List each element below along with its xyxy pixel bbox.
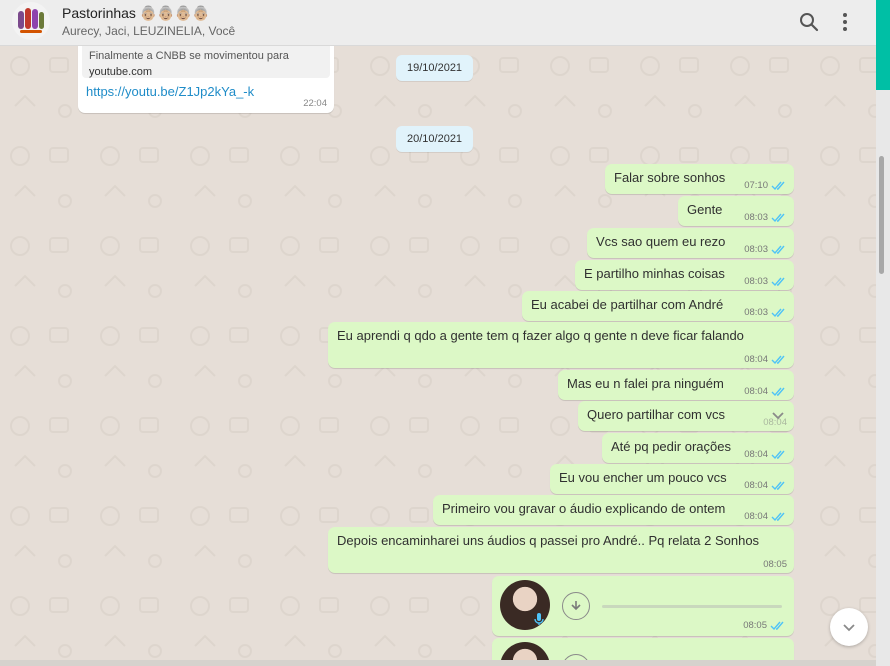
message-time: 08:05 bbox=[743, 620, 767, 631]
double-check-icon bbox=[771, 181, 785, 190]
message-text: Quero partilhar com vcs bbox=[587, 407, 725, 422]
outgoing-message[interactable]: Gente 08:03 bbox=[678, 196, 794, 226]
audio-progress-track[interactable] bbox=[602, 605, 782, 608]
message-time: 08:04 bbox=[744, 511, 768, 522]
link-preview-domain: youtube.com bbox=[89, 66, 152, 78]
link-preview-description: Finalmente a CNBB se movimentou para bbox=[89, 50, 289, 62]
voice-message[interactable] bbox=[492, 638, 794, 660]
message-time: 08:05 bbox=[763, 559, 787, 570]
date-chip: 19/10/2021 bbox=[396, 55, 474, 81]
message-time: 08:03 bbox=[744, 307, 768, 318]
outgoing-message[interactable]: Eu aprendi q qdo a gente tem q fazer alg… bbox=[328, 322, 794, 368]
outgoing-message[interactable]: Eu vou encher um pouco vcs 08:04 bbox=[550, 464, 794, 494]
outgoing-message[interactable]: Até pq pedir orações 08:04 bbox=[602, 433, 794, 463]
message-time: 07:10 bbox=[744, 180, 768, 191]
message-time: 08:03 bbox=[744, 276, 768, 287]
outgoing-message[interactable]: Primeiro vou gravar o áudio explicando d… bbox=[433, 495, 794, 525]
date-chip: 20/10/2021 bbox=[396, 126, 474, 152]
double-check-icon bbox=[771, 512, 785, 521]
message-text: Eu aprendi q qdo a gente tem q fazer alg… bbox=[337, 328, 744, 343]
outgoing-message-hover[interactable]: Quero partilhar com vcs 08:04 bbox=[578, 401, 794, 431]
download-button[interactable] bbox=[562, 592, 590, 620]
message-text: Primeiro vou gravar o áudio explicando d… bbox=[442, 501, 726, 516]
window-scrollbar[interactable] bbox=[876, 0, 890, 666]
double-check-icon bbox=[771, 355, 785, 364]
link-preview[interactable]: Finalmente a CNBB se movimentou para you… bbox=[82, 46, 330, 78]
chat-panel: Finalmente a CNBB se movimentou para you… bbox=[0, 46, 876, 660]
chevron-down-icon[interactable] bbox=[770, 407, 786, 423]
double-check-icon bbox=[771, 277, 785, 286]
group-avatar[interactable] bbox=[12, 2, 50, 40]
double-check-icon bbox=[771, 481, 785, 490]
double-check-icon bbox=[770, 621, 784, 630]
composer-edge bbox=[0, 660, 876, 666]
outgoing-message[interactable]: Vcs sao quem eu rezo 08:03 bbox=[587, 228, 794, 258]
outgoing-message[interactable]: Falar sobre sonhos 07:10 bbox=[605, 164, 794, 194]
outgoing-message[interactable]: Eu acabei de partilhar com André 08:03 bbox=[522, 291, 794, 321]
chevron-down-icon bbox=[843, 624, 855, 632]
microphone-icon bbox=[534, 613, 544, 625]
sender-avatar bbox=[500, 642, 550, 660]
outgoing-message[interactable]: Depois encaminharei uns áudios q passei … bbox=[328, 527, 794, 573]
more-vertical-icon[interactable] bbox=[833, 10, 857, 34]
search-icon[interactable] bbox=[797, 10, 821, 34]
scroll-to-bottom-button[interactable] bbox=[830, 608, 868, 646]
message-time: 08:04 bbox=[744, 449, 768, 460]
group-participants[interactable]: Aurecy, Jaci, LEUZINELIA, Você bbox=[62, 24, 235, 38]
download-icon bbox=[571, 601, 581, 611]
voice-message[interactable]: 08:05 bbox=[492, 576, 794, 636]
double-check-icon bbox=[771, 387, 785, 396]
message-time: 08:03 bbox=[744, 244, 768, 255]
message-time: 22:04 bbox=[303, 98, 327, 109]
double-check-icon bbox=[771, 308, 785, 317]
message-time: 08:03 bbox=[744, 212, 768, 223]
double-check-icon bbox=[771, 245, 785, 254]
double-check-icon bbox=[771, 213, 785, 222]
message-text: Depois encaminharei uns áudios q passei … bbox=[337, 533, 760, 548]
outgoing-message[interactable]: Mas eu n falei pra ninguém 08:04 bbox=[558, 370, 794, 400]
incoming-link-message[interactable]: Finalmente a CNBB se movimentou para you… bbox=[78, 46, 334, 113]
app-accent-bar bbox=[876, 0, 890, 90]
scrollbar-thumb[interactable] bbox=[879, 156, 884, 274]
outgoing-message[interactable]: E partilho minhas coisas 08:03 bbox=[575, 260, 794, 290]
youtube-link[interactable]: https://youtu.be/Z1Jp2kYa_-k bbox=[86, 84, 254, 99]
group-title[interactable]: Pastorinhas 👵🏼👵🏼👵🏼👵🏼 bbox=[62, 5, 210, 22]
message-time: 08:04 bbox=[744, 354, 768, 365]
double-check-icon bbox=[771, 450, 785, 459]
message-time: 08:04 bbox=[744, 386, 768, 397]
chat-header: Pastorinhas 👵🏼👵🏼👵🏼👵🏼 Aurecy, Jaci, LEUZI… bbox=[0, 0, 876, 46]
message-time: 08:04 bbox=[744, 480, 768, 491]
